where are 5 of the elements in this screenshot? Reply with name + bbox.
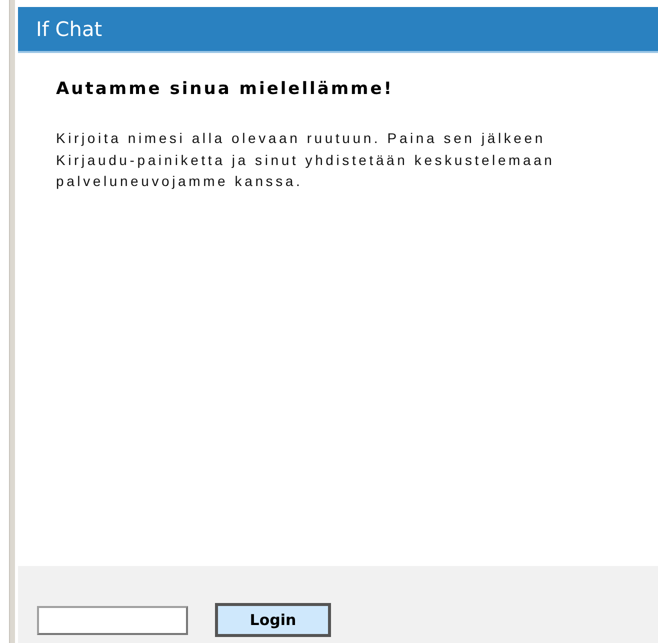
- name-field[interactable]: [37, 606, 188, 635]
- window-title: If Chat: [36, 17, 102, 41]
- login-button[interactable]: Login: [215, 603, 331, 637]
- heading: Autamme sinua mielellämme!: [56, 79, 395, 99]
- instructions-text: Kirjoita nimesi alla olevaan ruutuun. Paina sen jälkeen Kirjaudu-painiketta ja sinut yhdistetään keskustelemaan palveluneuvojamme kanssa.: [56, 129, 556, 191]
